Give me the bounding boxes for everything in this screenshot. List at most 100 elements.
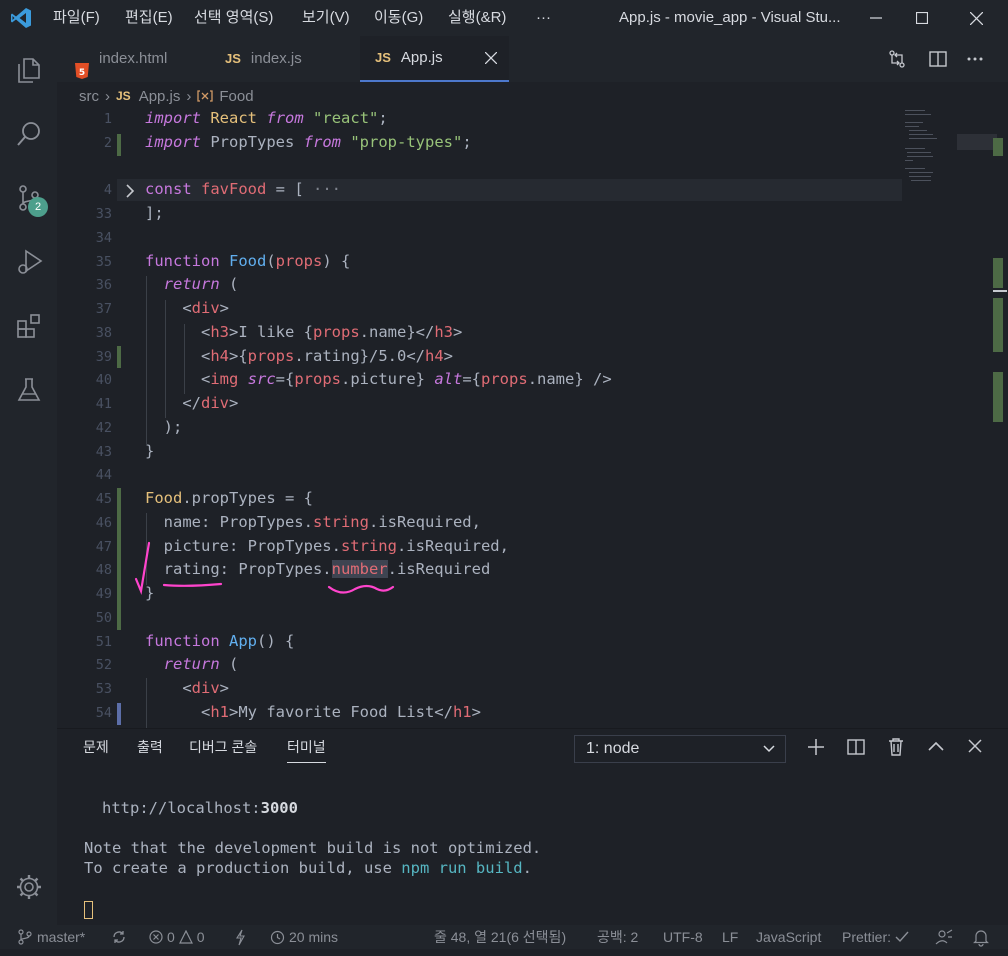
time-tracker[interactable]: 20 mins (270, 925, 338, 949)
split-editor-icon[interactable] (928, 49, 948, 74)
close-tab-icon[interactable] (484, 52, 497, 64)
overview-ruler-mark (993, 298, 1003, 352)
code-editor[interactable]: 1 import React from "react"; 2 import PropT… (57, 108, 1008, 728)
tab-app-js[interactable]: JS App.js (360, 36, 509, 82)
menu-file[interactable]: 파일(F) (53, 0, 100, 36)
extensions-icon[interactable] (0, 302, 57, 350)
trash-icon[interactable] (887, 737, 905, 762)
cursor-position[interactable]: 줄 48, 열 21(6 선택됨) (434, 925, 566, 949)
more-actions-icon[interactable] (965, 49, 985, 74)
menu-go[interactable]: 이동(G) (374, 0, 423, 36)
testing-flask-icon[interactable] (0, 366, 57, 414)
tab-problems[interactable]: 문제 (83, 729, 109, 765)
open-changes-icon[interactable] (887, 49, 907, 74)
language-mode[interactable]: JavaScript (756, 925, 821, 949)
git-modified-mark (117, 703, 121, 725)
split-terminal-icon[interactable] (847, 738, 865, 761)
maximize-panel-icon[interactable] (927, 738, 945, 761)
minimize-button[interactable] (853, 0, 899, 36)
tab-terminal[interactable]: 터미널 (287, 729, 326, 763)
line-number: 53 (95, 681, 112, 697)
code-line[interactable]: <h4>{props.rating}/5.0</h4> (145, 347, 453, 365)
terminal-note-line: Note that the development build is not o… (84, 839, 542, 857)
source-control-icon[interactable] (0, 174, 57, 222)
tab-index-html[interactable]: 5 index.html (75, 36, 215, 82)
branch-indicator[interactable]: master* (18, 925, 85, 949)
code-line[interactable]: ]; (145, 204, 164, 222)
code-line[interactable]: </div> (145, 394, 238, 412)
tab-debug-console[interactable]: 디버그 콘솔 (189, 729, 257, 765)
line-number: 38 (95, 324, 112, 341)
problems-indicator[interactable]: 0 0 (149, 925, 205, 949)
code-line[interactable]: ); (145, 418, 183, 436)
code-line[interactable]: function App() { (145, 632, 294, 650)
encoding[interactable]: UTF-8 (663, 925, 703, 949)
fold-chevron-icon[interactable] (124, 183, 136, 204)
terminal-note-line: To create a production build, use npm ru… (84, 859, 532, 877)
code-line[interactable]: <h1>My favorite Food List</h1> (145, 703, 481, 721)
menu-run[interactable]: 실행(&R) (448, 0, 506, 36)
prettier-status[interactable]: Prettier: (842, 925, 909, 949)
line-number: 48 (95, 562, 112, 579)
line-number: 42 (95, 419, 112, 436)
breadcrumb-symbol[interactable]: Food (219, 88, 253, 105)
minimap-slider[interactable] (957, 134, 997, 150)
code-line[interactable]: <img src={props.picture} alt={props.name… (145, 370, 612, 388)
line-number: 34 (95, 229, 112, 246)
breadcrumb: src › JS App.js › Food (79, 86, 254, 106)
code-line[interactable]: name: PropTypes.string.isRequired, (145, 513, 481, 531)
indentation[interactable]: 공백: 2 (597, 925, 638, 949)
new-terminal-icon[interactable] (807, 738, 825, 761)
search-icon[interactable] (0, 110, 57, 158)
end-of-line[interactable]: LF (722, 925, 738, 949)
close-window-button[interactable] (953, 0, 999, 36)
indent-guide (146, 276, 147, 446)
symbol-variable-icon (197, 89, 214, 103)
tab-label: index.html (99, 50, 168, 67)
chevron-right-icon: › (105, 87, 110, 105)
code-line[interactable]: import PropTypes from "prop-types"; (145, 133, 472, 151)
maximize-button[interactable] (899, 0, 945, 36)
breadcrumb-file[interactable]: App.js (139, 88, 181, 105)
code-line[interactable]: <h3>I like {props.name}</h3> (145, 323, 462, 341)
menu-edit[interactable]: 편집(E) (125, 0, 173, 36)
menu-view[interactable]: 보기(V) (302, 0, 350, 36)
line-number: 52 (95, 657, 112, 674)
line-number: 37 (95, 301, 112, 317)
code-line[interactable]: function Food(props) { (145, 252, 350, 270)
terminal-select[interactable]: 1: node (574, 735, 786, 763)
line-number: 43 (95, 443, 112, 460)
code-line[interactable]: const favFood = [ ··· (145, 180, 341, 198)
code-line[interactable]: import React from "react"; (145, 109, 388, 127)
line-number: 50 (95, 609, 112, 626)
code-line[interactable]: <div> (145, 299, 229, 317)
indent-guide (165, 300, 166, 418)
sync-icon[interactable] (111, 925, 127, 949)
minimap[interactable] (905, 108, 997, 728)
menu-more[interactable]: ··· (536, 0, 551, 36)
menu-selection[interactable]: 선택 영역(S) (194, 0, 273, 36)
explorer-icon[interactable] (0, 46, 57, 94)
terminal-cursor (84, 901, 93, 919)
tab-index-js[interactable]: JS index.js (225, 36, 355, 82)
code-line[interactable]: <div> (145, 679, 229, 697)
settings-gear-icon[interactable] (0, 863, 57, 911)
code-line[interactable]: return ( (145, 275, 239, 293)
title-bar: 파일(F) 편집(E) 선택 영역(S) 보기(V) 이동(G) 실행(&R) … (0, 0, 1008, 36)
tab-label: App.js (400, 49, 443, 66)
terminal-url[interactable]: http://localhost:3000 (102, 799, 298, 817)
notifications-bell-icon[interactable] (973, 925, 989, 949)
breadcrumb-folder[interactable]: src (79, 88, 99, 105)
git-modified-mark (117, 346, 121, 368)
overview-ruler-mark (993, 138, 1003, 156)
lightning-icon[interactable] (234, 925, 246, 949)
scm-count-badge: 2 (28, 197, 48, 217)
window-title: App.js - movie_app - Visual Stu... (619, 9, 841, 26)
tab-output[interactable]: 출력 (137, 729, 163, 765)
error-icon (149, 930, 163, 944)
close-panel-icon[interactable] (968, 739, 982, 758)
code-line[interactable]: return ( (145, 655, 239, 673)
feedback-icon[interactable] (935, 925, 953, 949)
run-debug-icon[interactable] (0, 238, 57, 286)
code-line[interactable]: Food.propTypes = { (145, 489, 313, 507)
